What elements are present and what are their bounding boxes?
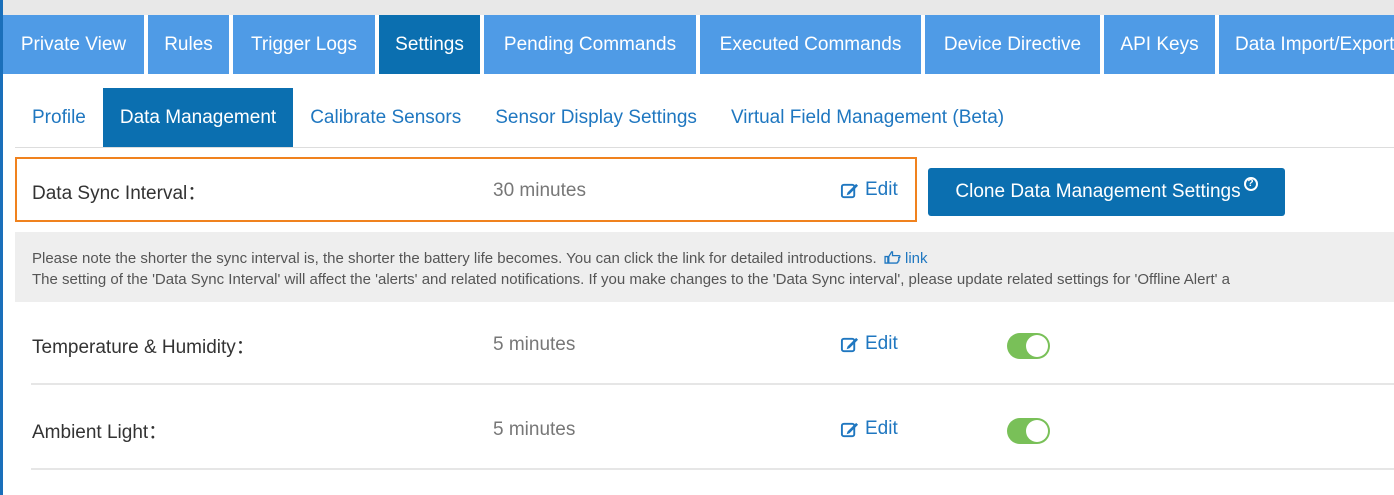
edit-icon (840, 337, 859, 352)
data-sync-interval-value: 30 minutes (493, 180, 586, 201)
subtab-calibrate-sensors[interactable]: Calibrate Sensors (293, 88, 478, 148)
ambient-light-value: 5 minutes (493, 419, 576, 440)
subtab-divider (15, 147, 1394, 148)
edit-label: Edit (865, 333, 898, 354)
tab-pending-commands[interactable]: Pending Commands (484, 15, 696, 74)
note-line-1-text: Please note the shorter the sync interva… (32, 250, 877, 267)
note-line-2: The setting of the 'Data Sync Interval' … (32, 271, 1231, 288)
note-link-label: link (904, 250, 928, 267)
sub-tab-bar: Profile Data Management Calibrate Sensor… (15, 88, 1021, 148)
temperature-humidity-label: Temperature & Humidity： (32, 337, 255, 358)
row-divider (31, 383, 1394, 385)
ambient-light-label: Ambient Light： (32, 422, 168, 443)
tab-device-directive[interactable]: Device Directive (925, 15, 1100, 74)
edit-label: Edit (865, 418, 898, 439)
tab-executed-commands[interactable]: Executed Commands (700, 15, 921, 74)
pointing-hand-icon (884, 251, 901, 264)
temperature-humidity-toggle[interactable] (1007, 333, 1050, 359)
toggle-knob (1026, 335, 1048, 357)
subtab-data-management[interactable]: Data Management (102, 88, 294, 148)
data-sync-interval-edit-link[interactable]: Edit (840, 179, 898, 201)
data-sync-interval-label: Data Sync Interval： (32, 183, 207, 204)
tab-api-keys[interactable]: API Keys (1104, 15, 1215, 74)
main-tab-bar: Private View Rules Trigger Logs Settings… (3, 15, 1394, 74)
subtab-sensor-display-settings[interactable]: Sensor Display Settings (478, 88, 714, 148)
clone-data-management-settings-button[interactable]: Clone Data Management Settings ? (928, 168, 1285, 216)
tab-rules[interactable]: Rules (148, 15, 229, 74)
left-edge-bar (0, 0, 3, 495)
tab-private-view[interactable]: Private View (3, 15, 144, 74)
ambient-light-edit-link[interactable]: Edit (840, 418, 898, 440)
edit-icon (840, 183, 859, 198)
note-link[interactable]: link (881, 250, 928, 267)
temperature-humidity-edit-link[interactable]: Edit (840, 333, 898, 355)
tab-settings[interactable]: Settings (379, 15, 480, 74)
temperature-humidity-value: 5 minutes (493, 334, 576, 355)
sync-interval-note: Please note the shorter the sync interva… (15, 232, 1394, 302)
ambient-light-toggle[interactable] (1007, 418, 1050, 444)
note-line-1: Please note the shorter the sync interva… (32, 248, 1394, 269)
edit-icon (840, 422, 859, 437)
toggle-knob (1026, 420, 1048, 442)
subtab-profile[interactable]: Profile (15, 88, 103, 148)
tab-trigger-logs[interactable]: Trigger Logs (233, 15, 375, 74)
row-divider (31, 468, 1394, 470)
clone-button-label: Clone Data Management Settings (955, 181, 1241, 202)
help-icon[interactable]: ? (1243, 177, 1258, 191)
edit-label: Edit (865, 179, 898, 200)
subtab-virtual-field-management[interactable]: Virtual Field Management (Beta) (714, 88, 1021, 148)
top-strip (0, 0, 1394, 15)
tab-data-import-export[interactable]: Data Import/Export (1219, 15, 1394, 74)
